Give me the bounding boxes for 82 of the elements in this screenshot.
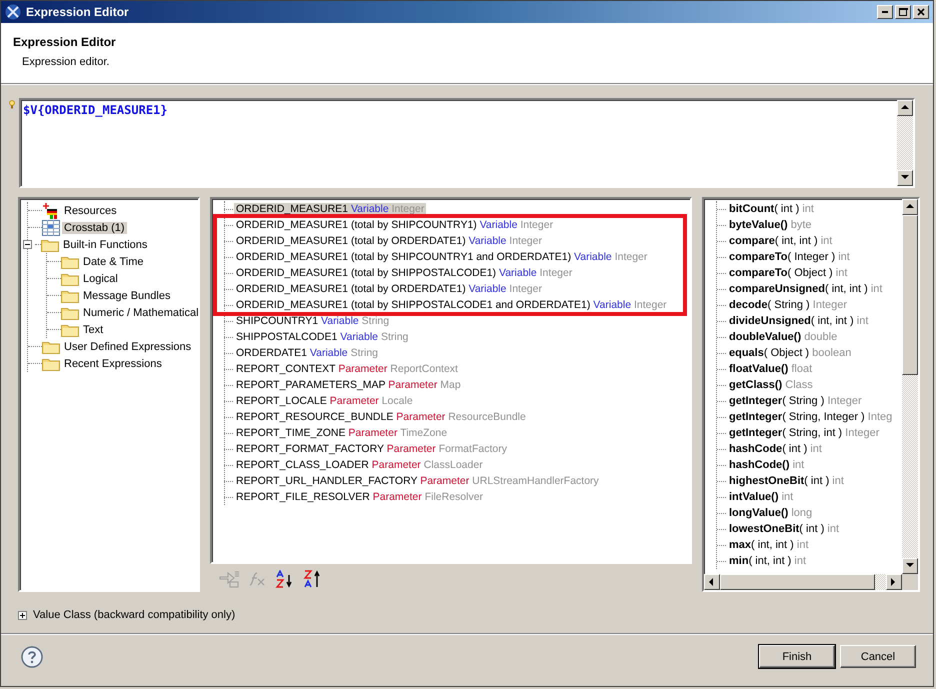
- object-item[interactable]: REPORT_FORMAT_FACTORY Parameter FormatFactory: [234, 443, 509, 455]
- method-item[interactable]: getInteger( String, int ) Integer: [729, 427, 880, 439]
- method-item[interactable]: compareUnsigned( int, int ) int: [729, 283, 882, 295]
- method-item[interactable]: equals( Object ) boolean: [729, 347, 852, 359]
- close-button[interactable]: [913, 5, 929, 19]
- object-item[interactable]: SHIPPOSTALCODE1 Variable String: [234, 331, 410, 343]
- maximize-button[interactable]: [895, 5, 911, 19]
- tree-item[interactable]: Numeric / Mathematical: [81, 306, 198, 318]
- object-item[interactable]: REPORT_RESOURCE_BUNDLE Parameter ResourceBundle: [234, 411, 528, 423]
- expand-icon[interactable]: [18, 610, 27, 620]
- object-item[interactable]: REPORT_CONTEXT Parameter ReportContext: [234, 363, 460, 375]
- minimize-button[interactable]: [877, 5, 893, 19]
- object-item[interactable]: REPORT_URL_HANDLER_FACTORY Parameter URLStreamHandlerFactory: [234, 475, 601, 487]
- dialog-button[interactable]: Cancel: [840, 645, 916, 668]
- collapse-icon[interactable]: [23, 240, 32, 249]
- method-item[interactable]: compareTo( Object ) int: [729, 267, 848, 279]
- folder-icon: [61, 254, 79, 268]
- value-class-toggle[interactable]: Value Class (backward compatibility only): [33, 609, 236, 621]
- app-icon: [5, 4, 21, 20]
- minimize-icon: [882, 11, 888, 13]
- maximize-icon: [898, 7, 908, 17]
- tree-item[interactable]: Built-in Functions: [61, 238, 150, 250]
- method-item[interactable]: getClass() Class: [729, 379, 813, 391]
- tree-item[interactable]: Date & Time: [81, 256, 146, 268]
- object-item[interactable]: ORDERID_MEASURE1 (total by ORDERDATE1) Variable Integer: [234, 283, 544, 295]
- object-item[interactable]: ORDERID_MEASURE1 Variable Integer: [234, 203, 426, 215]
- horizontal-scrollbar[interactable]: [704, 574, 918, 590]
- method-item[interactable]: compareTo( Integer ) int: [729, 251, 850, 263]
- method-item[interactable]: hashCode( int ) int: [729, 443, 822, 455]
- scrollbar-corner: [902, 574, 918, 590]
- method-item[interactable]: divideUnsigned( int, int ) int: [729, 315, 868, 327]
- method-item[interactable]: floatValue() float: [729, 363, 812, 375]
- method-item[interactable]: longValue() long: [729, 507, 812, 519]
- folder-icon: [61, 322, 79, 336]
- method-item[interactable]: lowestOneBit( int ) int: [729, 523, 840, 535]
- table-icon: [42, 220, 60, 236]
- folder-icon: [41, 238, 59, 252]
- object-item[interactable]: ORDERDATE1 Variable String: [234, 347, 380, 359]
- folder-icon: [61, 272, 79, 286]
- method-item[interactable]: highestOneBit( int ) int: [729, 475, 844, 487]
- close-icon: [916, 7, 926, 17]
- tree-item[interactable]: Resources: [62, 204, 119, 216]
- object-item[interactable]: ORDERID_MEASURE1 (total by SHIPCOUNTRY1) Variable Integer: [234, 219, 556, 231]
- folder-icon: [42, 340, 60, 354]
- tree-item[interactable]: Crosstab (1): [62, 222, 127, 234]
- window-title: Expression Editor: [26, 5, 130, 19]
- object-item[interactable]: SHIPCOUNTRY1 Variable String: [234, 315, 392, 327]
- expression-field[interactable]: $V{ORDERID_MEASURE1}: [19, 98, 915, 188]
- method-item[interactable]: getInteger( String ) Integer: [729, 395, 862, 407]
- dialog-button[interactable]: Finish: [759, 645, 835, 668]
- object-item[interactable]: REPORT_FILE_RESOLVER Parameter FileResolver: [234, 491, 486, 503]
- method-item[interactable]: doubleValue() double: [729, 331, 838, 343]
- tree-item[interactable]: Text: [81, 324, 106, 336]
- page-description: Expression editor.: [22, 56, 110, 68]
- method-item[interactable]: decode( String ) Integer: [729, 299, 848, 311]
- method-item[interactable]: bitCount( int ) int: [729, 203, 814, 215]
- folder-icon: [61, 288, 79, 302]
- tree-item[interactable]: Recent Expressions: [62, 358, 164, 370]
- method-item[interactable]: min( int, int ) int: [729, 555, 806, 567]
- flag-stack-icon: [42, 202, 60, 218]
- object-item[interactable]: REPORT_TIME_ZONE Parameter TimeZone: [234, 427, 450, 439]
- page-title: Expression Editor: [13, 34, 116, 49]
- object-item[interactable]: ORDERID_MEASURE1 (total by SHIPCOUNTRY1 and ORDERDATE1) Variable Integer: [234, 251, 650, 263]
- folder-icon: [42, 356, 60, 370]
- method-item[interactable]: hashCode() int: [729, 459, 804, 471]
- object-item[interactable]: REPORT_LOCALE Parameter Locale: [234, 395, 415, 407]
- tree-item[interactable]: Logical: [81, 272, 120, 284]
- tree-item[interactable]: Message Bundles: [81, 290, 172, 302]
- method-item[interactable]: byteValue() byte: [729, 219, 812, 231]
- vertical-scrollbar[interactable]: [902, 199, 918, 574]
- object-item[interactable]: ORDERID_MEASURE1 (total by SHIPPOSTALCODE1 and ORDERDATE1) Variable Integer: [234, 299, 669, 311]
- method-item[interactable]: max( int, int ) int: [729, 539, 809, 551]
- tree-item[interactable]: User Defined Expressions: [62, 340, 194, 352]
- object-item[interactable]: REPORT_CLASS_LOADER Parameter ClassLoader: [234, 459, 485, 471]
- object-item[interactable]: REPORT_PARAMETERS_MAP Parameter Map: [234, 379, 463, 391]
- folder-icon: [61, 306, 79, 320]
- object-item[interactable]: ORDERID_MEASURE1 (total by SHIPPOSTALCODE1) Variable Integer: [234, 267, 574, 279]
- method-item[interactable]: getInteger( String, Integer ) Integ: [729, 411, 892, 423]
- method-item[interactable]: intValue() int: [729, 491, 794, 503]
- vertical-scrollbar[interactable]: [897, 100, 913, 186]
- object-item[interactable]: ORDERID_MEASURE1 (total by ORDERDATE1) Variable Integer: [234, 235, 544, 247]
- method-item[interactable]: compare( int, int ) int: [729, 235, 832, 247]
